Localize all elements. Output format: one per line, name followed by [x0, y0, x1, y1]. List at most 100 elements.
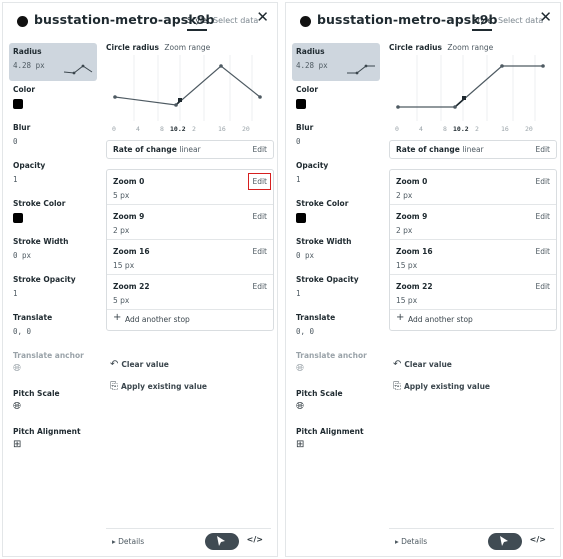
- property-radius[interactable]: Radius 4.28 px: [9, 43, 97, 81]
- property-name: Stroke Opacity: [13, 275, 76, 284]
- apply-existing-label: Apply existing value: [404, 382, 490, 391]
- property-translate[interactable]: Translate 0, 0: [292, 309, 380, 347]
- zoom-stop-edit-button[interactable]: Edit: [252, 282, 267, 291]
- apply-value-icon: ⎘: [393, 381, 401, 392]
- tab-select-data[interactable]: Select data: [498, 16, 543, 25]
- tab-style[interactable]: Style: [472, 16, 493, 31]
- details-toggle[interactable]: ▸ Details: [395, 537, 427, 546]
- close-icon[interactable]: ✕: [539, 10, 552, 25]
- stop-point[interactable]: [258, 95, 262, 99]
- property-color[interactable]: Color: [292, 81, 380, 119]
- property-editor: Circle radius Zoom range 0 4 8 10.2 2 16…: [389, 43, 557, 552]
- zoom-stop-edit-button[interactable]: Edit: [248, 173, 271, 190]
- zoom-stop-edit-button[interactable]: Edit: [535, 282, 550, 291]
- property-opacity[interactable]: Opacity 1: [292, 157, 380, 195]
- rate-edit-button[interactable]: Edit: [252, 145, 267, 154]
- zoom-stop-row[interactable]: Zoom 22 5 px Edit: [107, 275, 273, 310]
- stop-point[interactable]: [174, 103, 178, 107]
- zoom-stop-label: Zoom 0: [113, 177, 145, 186]
- zoom-stop-value: 2 px: [396, 226, 413, 235]
- add-stop-button[interactable]: + Add another stop: [390, 310, 556, 330]
- tick-label: 8: [443, 125, 447, 133]
- property-pitch-alignment[interactable]: Pitch Alignment ⊞: [292, 423, 380, 461]
- zoom-stop-edit-button[interactable]: Edit: [252, 247, 267, 256]
- stop-point[interactable]: [453, 105, 457, 109]
- property-stroke-width[interactable]: Stroke Width 0 px: [9, 233, 97, 271]
- property-color[interactable]: Color: [9, 81, 97, 119]
- zoom-curve-chart[interactable]: 0 4 8 10.2 2 16 20: [112, 55, 268, 135]
- property-translate-anchor[interactable]: Translate anchor 🌐︎: [9, 347, 97, 385]
- circle-layer-icon: [17, 16, 28, 27]
- zoom-curve-chart[interactable]: 0 4 8 10.2 2 16 20: [395, 55, 551, 135]
- property-stroke-width[interactable]: Stroke Width 0 px: [292, 233, 380, 271]
- plus-icon: +: [396, 312, 405, 323]
- select-feature-button[interactable]: [488, 533, 522, 550]
- rate-of-change-row[interactable]: Rate of change linear Edit: [106, 140, 274, 159]
- zoom-stop-edit-button[interactable]: Edit: [535, 177, 550, 186]
- stop-point[interactable]: [500, 64, 504, 68]
- rate-edit-button[interactable]: Edit: [535, 145, 550, 154]
- add-stop-button[interactable]: + Add another stop: [107, 310, 273, 330]
- property-value: 0 px: [13, 251, 32, 260]
- property-pitch-scale[interactable]: Pitch Scale 🌐︎: [9, 385, 97, 423]
- zoom-stop-row[interactable]: Zoom 0 5 px Edit: [107, 170, 273, 205]
- zoom-stop-value: 2 px: [113, 226, 130, 235]
- tab-style[interactable]: Style: [187, 16, 208, 31]
- zoom-stop-edit-button[interactable]: Edit: [535, 247, 550, 256]
- apply-existing-value-button[interactable]: ⎘ Apply existing value: [393, 381, 490, 392]
- property-list: Radius 4.28 px Color Blur 0 Opacity 1 St…: [292, 43, 380, 548]
- property-name: Blur: [13, 123, 31, 132]
- property-name: Stroke Width: [296, 237, 352, 246]
- property-radius[interactable]: Radius 4.28 px: [292, 43, 380, 81]
- property-stroke-color[interactable]: Stroke Color: [9, 195, 97, 233]
- zoom-stop-value: 5 px: [113, 296, 130, 305]
- zoom-curve-line: [114, 65, 261, 106]
- zoom-stop-row[interactable]: Zoom 22 15 px Edit: [390, 275, 556, 310]
- clear-value-button[interactable]: ↶ Clear value: [110, 359, 169, 370]
- zoom-stop-row[interactable]: Zoom 16 15 px Edit: [390, 240, 556, 275]
- property-blur[interactable]: Blur 0: [292, 119, 380, 157]
- zoom-stop-edit-button[interactable]: Edit: [535, 212, 550, 221]
- tab-select-data[interactable]: Select data: [213, 16, 258, 25]
- clear-value-button[interactable]: ↶ Clear value: [393, 359, 452, 370]
- property-stroke-opacity[interactable]: Stroke Opacity 1: [292, 271, 380, 309]
- color-swatch: [296, 99, 306, 109]
- close-icon[interactable]: ✕: [256, 10, 269, 25]
- panel-footer: ▸ Details </>: [106, 528, 271, 552]
- zoom-function-icon: [347, 64, 375, 75]
- zoom-stop-row[interactable]: Zoom 9 2 px Edit: [390, 205, 556, 240]
- stop-point[interactable]: [219, 64, 223, 68]
- property-translate-anchor[interactable]: Translate anchor 🌐︎: [292, 347, 380, 385]
- property-blur[interactable]: Blur 0: [9, 119, 97, 157]
- rate-label-text: Rate of change: [113, 145, 177, 154]
- panel-header: busstation-metro-apsk9b Style Select dat…: [3, 3, 277, 39]
- zoom-stop-row[interactable]: Zoom 9 2 px Edit: [107, 205, 273, 240]
- current-zoom-marker: [178, 98, 182, 102]
- zoom-stop-row[interactable]: Zoom 0 2 px Edit: [390, 170, 556, 205]
- tick-label: 8: [160, 125, 164, 133]
- undo-icon: ↶: [110, 359, 119, 370]
- code-view-button[interactable]: </>: [530, 535, 546, 544]
- rate-of-change-row[interactable]: Rate of change linear Edit: [389, 140, 557, 159]
- property-translate[interactable]: Translate 0, 0: [9, 309, 97, 347]
- code-view-button[interactable]: </>: [247, 535, 263, 544]
- zoom-stop-row[interactable]: Zoom 16 15 px Edit: [107, 240, 273, 275]
- grid-icon: ⊞: [296, 439, 305, 450]
- stop-point[interactable]: [113, 95, 117, 99]
- globe-icon: 🌐︎: [296, 363, 304, 374]
- property-stroke-opacity[interactable]: Stroke Opacity 1: [9, 271, 97, 309]
- details-toggle[interactable]: ▸ Details: [112, 537, 144, 546]
- property-opacity[interactable]: Opacity 1: [9, 157, 97, 195]
- current-zoom-label: 10.2: [170, 125, 186, 133]
- select-feature-button[interactable]: [205, 533, 239, 550]
- panel-header: busstation-metro-apsk9b Style Select dat…: [286, 3, 560, 39]
- property-pitch-alignment[interactable]: Pitch Alignment ⊞: [9, 423, 97, 461]
- property-pitch-scale[interactable]: Pitch Scale 🌐︎: [292, 385, 380, 423]
- apply-existing-value-button[interactable]: ⎘ Apply existing value: [110, 381, 207, 392]
- property-stroke-color[interactable]: Stroke Color: [292, 195, 380, 233]
- circle-layer-icon: [300, 16, 311, 27]
- zoom-stop-edit-button[interactable]: Edit: [252, 212, 267, 221]
- zoom-stop-value: 15 px: [396, 261, 418, 270]
- stop-point[interactable]: [541, 64, 545, 68]
- stop-point[interactable]: [396, 105, 400, 109]
